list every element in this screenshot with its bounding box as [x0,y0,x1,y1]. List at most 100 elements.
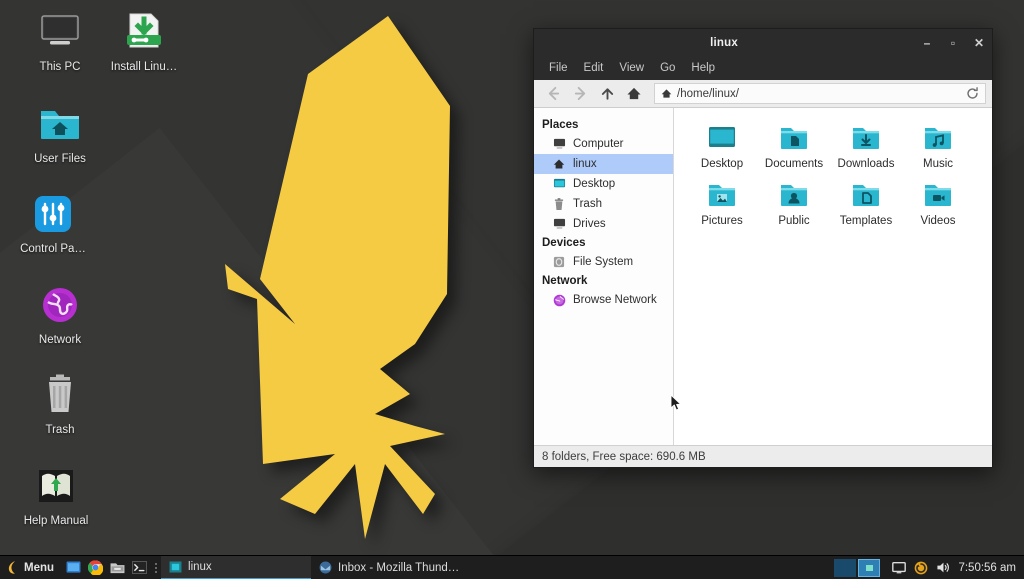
sidebar-item-drives[interactable]: Drives [534,214,673,234]
desktop[interactable]: This PC Install Linu… User Files [0,0,1024,579]
help-manual-icon [32,462,80,510]
close-button[interactable]: ✕ [966,29,992,56]
trash-icon [36,371,84,419]
chrome-icon[interactable] [84,556,106,579]
network-globe-icon [552,293,566,307]
file-item-desktop[interactable]: Desktop [686,120,758,173]
file-item-label: Documents [758,158,830,170]
desktop-icon-network[interactable]: Network [14,281,106,347]
file-item-videos[interactable]: Videos [902,177,974,230]
task-button-label: Inbox - Mozilla Thund… [338,562,459,574]
window-body: Places Computer linux [534,108,992,445]
file-item-documents[interactable]: Documents [758,120,830,173]
desktop-folder-icon [705,124,739,154]
file-list-area[interactable]: Desktop Documents Downloads [674,108,992,445]
start-menu-button[interactable]: Menu [0,556,62,579]
file-item-downloads[interactable]: Downloads [830,120,902,173]
menu-item-help[interactable]: Help [684,60,722,76]
places-sidebar[interactable]: Places Computer linux [534,108,674,445]
workspace-pager[interactable] [833,556,881,579]
file-item-label: Templates [830,215,902,227]
path-input[interactable]: /home/linux/ [654,83,986,104]
videos-folder-icon [921,181,955,211]
file-item-public[interactable]: Public [758,177,830,230]
desktop-icon-user-files[interactable]: User Files [14,100,106,166]
menu-item-go[interactable]: Go [653,60,682,76]
clock[interactable]: 7:50:56 am [958,562,1024,574]
forward-arrow-icon[interactable] [567,82,593,106]
sidebar-item-desktop[interactable]: Desktop [534,174,673,194]
task-button-linux[interactable]: linux [161,556,311,579]
sidebar-item-label: Browse Network [573,294,657,306]
file-manager-window[interactable]: linux – ▫ ✕ File Edit View Go Help [533,28,993,468]
desktop-icon-install-linux[interactable]: Install Linu… [98,8,190,74]
monitor-icon [36,8,84,56]
desktop-icon [552,177,566,191]
desktop-icon-label: Install Linu… [98,61,190,74]
documents-folder-icon [777,124,811,154]
start-menu-label: Menu [24,562,54,574]
taskbar[interactable]: Menu linux [0,555,1024,579]
menu-item-view[interactable]: View [612,60,651,76]
sidebar-item-browse-network[interactable]: Browse Network [534,290,673,310]
path-text: /home/linux/ [677,88,961,100]
file-item-label: Downloads [830,158,902,170]
update-icon[interactable] [913,560,928,575]
reload-icon[interactable] [966,87,979,100]
file-manager-icon[interactable] [106,556,128,579]
file-item-label: Pictures [686,215,758,227]
menu-item-edit[interactable]: Edit [577,60,611,76]
window-title: linux [534,37,914,49]
templates-folder-icon [849,181,883,211]
toolbar[interactable]: /home/linux/ [534,80,992,108]
taskbar-grip-handle[interactable] [152,561,159,575]
up-arrow-icon[interactable] [594,82,620,106]
task-button-thunderbird[interactable]: Inbox - Mozilla Thund… [311,556,491,579]
system-tray[interactable] [881,560,958,575]
file-item-label: Music [902,158,974,170]
desktop-icon-trash[interactable]: Trash [14,371,106,437]
sidebar-item-file-system[interactable]: File System [534,252,673,272]
sidebar-item-computer[interactable]: Computer [534,134,673,154]
window-titlebar[interactable]: linux – ▫ ✕ [534,29,992,56]
maximize-button[interactable]: ▫ [940,29,966,56]
sidebar-header-places: Places [534,116,673,134]
desktop-icon-label: Control Pa… [7,243,99,256]
file-item-pictures[interactable]: Pictures [686,177,758,230]
file-item-label: Desktop [686,158,758,170]
file-item-templates[interactable]: Templates [830,177,902,230]
sidebar-item-label: File System [573,256,633,268]
file-item-music[interactable]: Music [902,120,974,173]
icon-grid: Desktop Documents Downloads [682,120,984,230]
workspace-1[interactable] [834,559,856,577]
desktop-icon-this-pc[interactable]: This PC [14,8,106,74]
globe-icon [36,281,84,329]
pictures-folder-icon [705,181,739,211]
back-arrow-icon[interactable] [540,82,566,106]
desktop-icon-control-panel[interactable]: Control Pa… [7,190,99,256]
workspace-2[interactable] [858,559,880,577]
desktop-icon-help-manual[interactable]: Help Manual [10,462,102,528]
show-desktop-icon[interactable] [62,556,84,579]
volume-icon[interactable] [935,560,950,575]
computer-icon [552,137,566,151]
path-home-icon [661,88,672,99]
desktop-icon-label: Network [14,334,106,347]
menubar[interactable]: File Edit View Go Help [534,56,992,80]
drives-icon [552,217,566,231]
sidebar-header-devices: Devices [534,234,673,252]
terminal-icon[interactable] [128,556,150,579]
sidebar-item-linux[interactable]: linux [534,154,673,174]
menu-item-file[interactable]: File [542,60,575,76]
minimize-button[interactable]: – [914,29,940,56]
desktop-icon-label: This PC [14,61,106,74]
sidebar-item-label: Drives [573,218,606,230]
sidebar-item-trash[interactable]: Trash [534,194,673,214]
sidebar-item-label: linux [573,158,597,170]
status-text: 8 folders, Free space: 690.6 MB [542,451,706,463]
home-icon[interactable] [621,82,647,106]
display-icon[interactable] [891,560,906,575]
desktop-icon-label: Help Manual [10,515,102,528]
desktop-icon-label: Trash [14,424,106,437]
disk-icon [552,255,566,269]
